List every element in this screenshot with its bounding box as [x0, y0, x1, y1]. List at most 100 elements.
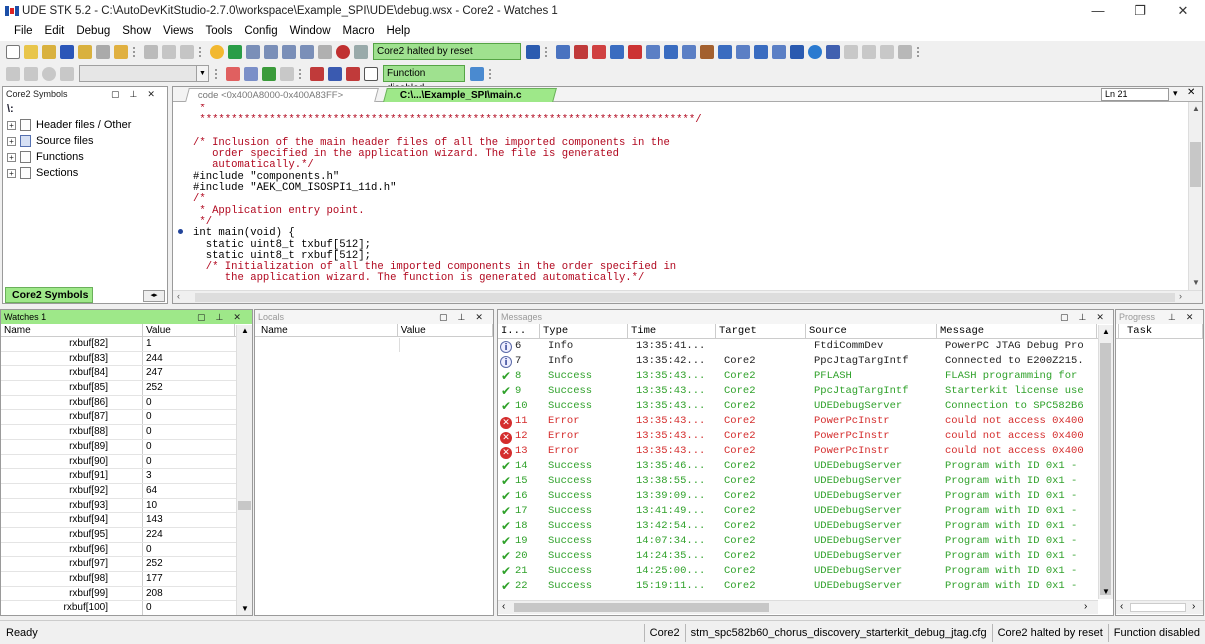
table-row[interactable]: rxbuf[96] 0 [1, 542, 252, 558]
scroll-left-icon[interactable]: ‹ [177, 291, 180, 301]
view-icon-2[interactable] [574, 44, 588, 59]
new-file-icon[interactable] [6, 44, 20, 59]
copy-icon[interactable] [162, 44, 176, 59]
list-item[interactable]: ✔ 8 Success 13:35:43... Core2 PFLASH FLASH pro… [498, 369, 1113, 384]
menu-file[interactable]: File [8, 21, 39, 41]
view-icon-17[interactable] [844, 44, 858, 59]
tab-core2-symbols[interactable]: Core2 Symbols [5, 287, 93, 303]
table-row[interactable]: rxbuf[92] 64 [1, 483, 252, 499]
menu-debug[interactable]: Debug [70, 21, 116, 41]
col-header-type[interactable]: Type [540, 324, 628, 338]
scroll-down-icon[interactable]: ▼ [1102, 587, 1110, 596]
scroll-down-icon[interactable]: ▼ [1192, 278, 1200, 287]
watch-value[interactable]: 208 [143, 587, 235, 601]
tree-item-functions[interactable]: + Functions [3, 149, 167, 165]
toolbar2-icon-6[interactable] [244, 66, 258, 81]
pin-icon[interactable]: ⊥ [1079, 312, 1087, 323]
list-item[interactable]: i 6 Info 13:35:41... FtdiCommDev PowerPC JTAG… [498, 339, 1113, 354]
toolbar2-icon-1[interactable] [6, 66, 20, 81]
step-over-icon[interactable] [264, 44, 278, 59]
scroll-left-icon[interactable]: ‹ [502, 601, 505, 612]
cut-icon[interactable] [144, 44, 158, 59]
view-icon-18[interactable] [862, 44, 876, 59]
editor-horizontal-scrollbar[interactable]: ‹ › [173, 290, 1202, 303]
step-into-icon[interactable] [246, 44, 260, 59]
pin-icon[interactable]: ⊥ [458, 312, 466, 323]
break-icon[interactable] [318, 44, 332, 59]
progress-horizontal-scrollbar[interactable]: ‹ › [1116, 600, 1203, 614]
menu-show[interactable]: Show [116, 21, 157, 41]
scroll-up-icon[interactable]: ▲ [241, 326, 249, 335]
scrollbar-thumb[interactable] [238, 501, 251, 510]
table-row[interactable]: rxbuf[98] 177 [1, 572, 252, 587]
tree-item-sections[interactable]: + Sections [3, 165, 167, 181]
go-icon[interactable] [210, 44, 224, 59]
tab-main-c[interactable]: C:\...\Example_SPI\main.c [383, 88, 557, 102]
messages-vertical-scrollbar[interactable]: ▲ ▼ [1098, 325, 1113, 599]
table-row[interactable]: rxbuf[82] 1 [1, 337, 252, 352]
toolbar2-icon-10[interactable] [328, 66, 342, 81]
view-icon-9[interactable] [700, 44, 714, 59]
close-icon[interactable]: ✕ [475, 312, 483, 323]
expand-icon[interactable]: + [7, 168, 16, 178]
view-icon-1[interactable] [556, 44, 570, 59]
project-icon[interactable] [114, 44, 128, 59]
table-row[interactable]: rxbuf[100] 0 [1, 601, 252, 615]
view-icon-10[interactable] [718, 44, 732, 59]
close-icon[interactable]: ✕ [1096, 312, 1104, 323]
list-item[interactable]: ✕ 11 Error 13:35:43... Core2 PowerPcInstr coul… [498, 414, 1113, 429]
table-row[interactable]: rxbuf[87] 0 [1, 410, 252, 426]
watch-value[interactable]: 0 [143, 440, 235, 454]
tab-code-range[interactable]: code <0x400A8000-0x400A83FF> [185, 88, 379, 102]
menu-help[interactable]: Help [380, 21, 416, 41]
table-row[interactable]: rxbuf[97] 252 [1, 557, 252, 572]
table-row[interactable]: rxbuf[84] 247 [1, 366, 252, 382]
window-icon[interactable]: ▢ [197, 312, 206, 323]
expand-icon[interactable]: + [7, 136, 16, 146]
scroll-right-icon[interactable]: › [1179, 291, 1182, 301]
list-item[interactable]: ✔ 18 Success 13:42:54... Core2 UDEDebugServer… [498, 519, 1113, 534]
list-item[interactable]: ✔ 15 Success 13:38:55... Core2 UDEDebugServer… [498, 474, 1113, 489]
scroll-up-icon[interactable]: ▲ [1192, 104, 1200, 113]
scroll-left-icon[interactable]: ‹ [1120, 601, 1123, 612]
watch-value[interactable]: 177 [143, 572, 235, 586]
paste-icon[interactable] [180, 44, 194, 59]
table-row[interactable]: rxbuf[88] 0 [1, 425, 252, 440]
view-icon-8[interactable] [682, 44, 696, 59]
close-icon[interactable]: ✕ [1186, 312, 1194, 323]
table-row[interactable]: rxbuf[94] 143 [1, 513, 252, 528]
view-icon-7[interactable] [664, 44, 678, 59]
col-header-value[interactable]: Value [143, 324, 235, 336]
col-header-target[interactable]: Target [716, 324, 806, 338]
menu-config[interactable]: Config [238, 21, 283, 41]
toolbar2-icon-4[interactable] [60, 66, 74, 81]
scroll-right-icon[interactable]: › [1192, 601, 1195, 612]
table-row[interactable]: rxbuf[95] 224 [1, 527, 252, 543]
scrollbar-thumb[interactable] [1190, 142, 1201, 187]
table-row[interactable]: rxbuf[93] 10 [1, 498, 252, 514]
toolbar2-icon-9[interactable] [310, 66, 324, 81]
list-item[interactable]: ✔ 9 Success 13:35:43... Core2 PpcJtagTargIntf… [498, 384, 1113, 399]
window-icon[interactable]: ▢ [439, 312, 448, 323]
watch-value[interactable]: 247 [143, 366, 235, 380]
col-header-name[interactable]: Name [1, 324, 143, 336]
watch-value[interactable]: 64 [143, 484, 235, 498]
watch-value[interactable]: 1 [143, 337, 235, 351]
close-icon[interactable]: ✕ [147, 89, 155, 100]
table-row[interactable]: rxbuf[91] 3 [1, 469, 252, 484]
view-icon-4[interactable] [610, 44, 624, 59]
menu-tools[interactable]: Tools [200, 21, 239, 41]
pin-icon[interactable]: ⊥ [1168, 312, 1176, 323]
reset-icon[interactable] [354, 44, 368, 59]
list-item[interactable]: ✔ 20 Success 14:24:35... Core2 UDEDebugServer… [498, 549, 1113, 564]
toolbar2-icon-3[interactable] [42, 66, 56, 81]
col-header-value[interactable]: Value [398, 324, 493, 336]
list-item[interactable]: i 7 Info 13:35:42... Core2 PpcJtagTargIntf Con… [498, 354, 1113, 369]
toolbar2-icon-5[interactable] [226, 66, 240, 81]
view-icon-3[interactable] [592, 44, 606, 59]
watch-value[interactable]: 0 [143, 543, 235, 557]
watch-value[interactable]: 224 [143, 528, 235, 542]
list-item[interactable]: ✕ 13 Error 13:35:43... Core2 PowerPcInstr coul… [498, 444, 1113, 459]
toolbar2-icon-12[interactable] [364, 66, 378, 81]
list-item[interactable]: ✕ 12 Error 13:35:43... Core2 PowerPcInstr coul… [498, 429, 1113, 444]
